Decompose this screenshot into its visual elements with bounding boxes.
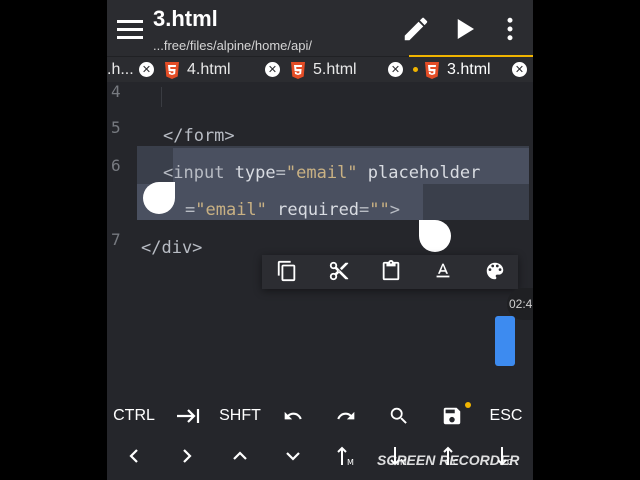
app-toolbar: 3.html ...free/files/alpine/home/api/ — [107, 0, 533, 56]
code-token: placeholder — [367, 163, 481, 183]
selection-context-menu — [262, 255, 518, 289]
tab-label: 3.html — [447, 61, 491, 78]
redo-icon[interactable] — [319, 396, 373, 436]
code-token: > — [389, 200, 401, 220]
code-token: "email" — [285, 163, 358, 183]
code-token: = — [185, 200, 196, 220]
paste-icon[interactable] — [380, 260, 404, 284]
code-token: input — [173, 163, 225, 183]
arrow-down-icon[interactable] — [267, 436, 319, 476]
tab-4-html[interactable]: 4.html — [165, 57, 231, 83]
line-number: 5 — [111, 118, 121, 137]
code-token: = — [275, 163, 286, 183]
file-tabs: .h... ✕ 4.html ✕ 5.html ✕ 3.html ✕ — [107, 55, 533, 83]
ctrl-key[interactable]: CTRL — [107, 396, 161, 436]
line-number: 6 — [111, 156, 121, 175]
code-line-6-wrap: ="email" required=""> — [185, 200, 400, 220]
close-icon[interactable]: ✕ — [139, 62, 154, 77]
shift-key[interactable]: SHFT — [213, 396, 267, 436]
tab-icon[interactable] — [161, 396, 215, 436]
html5-icon — [291, 61, 305, 79]
tab-h[interactable]: .h... — [107, 57, 134, 83]
screen-recorder-watermark: SCREEN RECORDER — [377, 452, 520, 468]
cut-icon[interactable] — [328, 260, 352, 284]
page-up-icon[interactable]: M — [319, 436, 373, 476]
close-icon[interactable]: ✕ — [265, 62, 280, 77]
line-number: 7 — [111, 230, 121, 249]
more-vert-icon[interactable] — [495, 14, 525, 44]
copy-icon[interactable] — [276, 260, 300, 284]
file-path: ...free/files/alpine/home/api/ — [153, 38, 312, 53]
text-format-icon[interactable] — [432, 260, 456, 284]
code-line-7: </div> — [141, 238, 203, 258]
code-line-6: <input type="email" placeholder — [163, 163, 480, 183]
palette-icon[interactable] — [484, 260, 508, 284]
tab-label: .h... — [107, 61, 134, 78]
arrow-up-icon[interactable] — [213, 436, 267, 476]
scrollbar-thumb[interactable] — [495, 316, 515, 366]
arrow-left-icon[interactable] — [107, 436, 161, 476]
unsaved-dot — [465, 402, 471, 408]
close-icon[interactable]: ✕ — [512, 62, 527, 77]
tab-label: 5.html — [313, 61, 357, 78]
code-token: "email" — [195, 200, 267, 220]
search-icon[interactable] — [373, 396, 425, 436]
tab-5-html[interactable]: 5.html — [291, 57, 357, 83]
save-icon[interactable] — [425, 396, 479, 436]
edit-pencil-icon[interactable] — [401, 14, 431, 44]
unsaved-dot — [413, 67, 418, 72]
selection-end-handle[interactable] — [419, 220, 451, 252]
esc-key[interactable]: ESC — [479, 396, 533, 436]
code-token: = — [359, 200, 370, 220]
undo-icon[interactable] — [267, 396, 319, 436]
code-editor[interactable]: 4 5 </form> 6 <input type="email" placeh… — [107, 82, 533, 392]
indent-guide — [161, 87, 162, 107]
html5-icon — [165, 61, 179, 79]
line-number: 4 — [111, 82, 121, 101]
selection-start-handle[interactable] — [143, 182, 175, 214]
code-token: type — [234, 163, 276, 183]
run-play-icon[interactable] — [449, 14, 479, 44]
menu-icon[interactable] — [117, 18, 147, 42]
close-icon[interactable]: ✕ — [388, 62, 403, 77]
file-title: 3.html — [153, 6, 218, 31]
code-token: < — [163, 163, 174, 183]
code-token: "" — [369, 200, 390, 220]
tab-3-html[interactable]: 3.html — [425, 57, 491, 83]
svg-text:M: M — [347, 458, 354, 467]
html5-icon — [425, 61, 439, 79]
arrow-right-icon[interactable] — [161, 436, 213, 476]
code-line-5: </form> — [163, 126, 235, 146]
code-token: required — [277, 200, 360, 220]
editor-app: 3.html ...free/files/alpine/home/api/ .h… — [107, 0, 533, 480]
tab-label: 4.html — [187, 61, 231, 78]
